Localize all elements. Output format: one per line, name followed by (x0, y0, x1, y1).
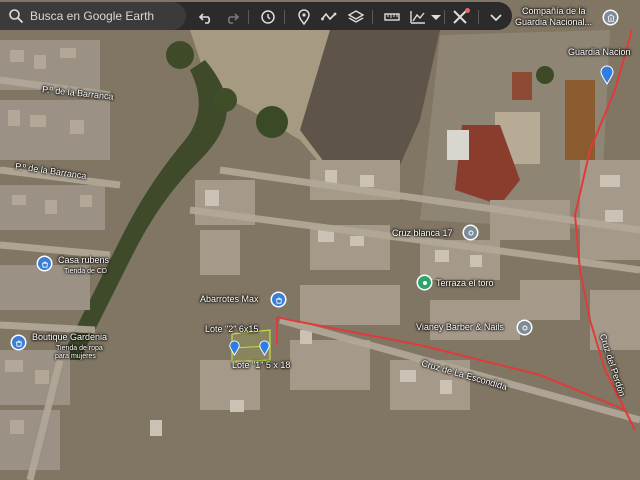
redo-icon[interactable] (224, 9, 240, 25)
shopping-bag-icon[interactable] (12, 336, 25, 349)
history-icon[interactable] (260, 9, 276, 25)
placemark-icon[interactable] (296, 9, 312, 25)
place-label-guardia-top[interactable]: Compañía de la (522, 6, 586, 16)
toolbar-divider (478, 10, 479, 24)
dropdown-icon[interactable] (488, 9, 504, 25)
toolbar-divider (284, 10, 285, 24)
place-label-casa-rubens[interactable]: Casa rubens (58, 255, 109, 265)
satellite-map[interactable] (0, 0, 640, 480)
place-label-cruz-blanca[interactable]: Cruz blanca 17 (392, 228, 453, 238)
place-label-abarrotes[interactable]: Abarrotes Max (200, 294, 259, 304)
shopping-bag-icon[interactable] (38, 257, 51, 270)
path-icon[interactable] (321, 9, 337, 25)
place-label-guardia-top-line2[interactable]: Guardia Nacional... (515, 17, 592, 27)
place-sublabel-boutique-1: Tienda de ropa (56, 345, 103, 352)
place-label-terraza[interactable]: Terraza el toro (436, 278, 494, 288)
layers-icon[interactable] (348, 9, 364, 25)
search-box[interactable]: Busca en Google Earth (0, 2, 186, 30)
toolbar-divider (372, 10, 373, 24)
place-sublabel-boutique-2: para mujeres (55, 353, 96, 360)
location-marker-icon[interactable] (600, 65, 614, 85)
measure-icon[interactable] (384, 9, 400, 25)
notification-dot (465, 8, 470, 13)
toolbar-divider (248, 10, 249, 24)
place-sublabel-casa-rubens: Tienda de CD (64, 268, 107, 275)
placemark-pin-icon[interactable] (259, 340, 270, 356)
search-input[interactable]: Busca en Google Earth (30, 9, 154, 23)
chevron-down-icon[interactable] (428, 9, 441, 25)
place-marker-icon[interactable] (518, 321, 531, 334)
event-venue-icon[interactable] (418, 276, 431, 289)
place-label-vianey[interactable]: Vianey Barber & Nails (416, 322, 504, 332)
lot-label-2[interactable]: Lote "2" 6x15 (205, 324, 258, 334)
place-label-boutique[interactable]: Boutique Gardenia (32, 332, 107, 342)
search-icon (9, 9, 24, 24)
undo-icon[interactable] (198, 9, 214, 25)
lot-label-1[interactable]: Lote "1" 5 x 18 (232, 360, 290, 370)
place-marker-icon[interactable] (464, 226, 477, 239)
elevation-icon[interactable] (410, 9, 426, 25)
place-label-guardia-right[interactable]: Guardia Nacion (568, 47, 631, 57)
shopping-bag-icon[interactable] (272, 293, 285, 306)
government-building-icon[interactable] (604, 11, 617, 24)
placemark-pin-icon[interactable] (229, 340, 240, 356)
toolbar-divider (444, 10, 445, 24)
